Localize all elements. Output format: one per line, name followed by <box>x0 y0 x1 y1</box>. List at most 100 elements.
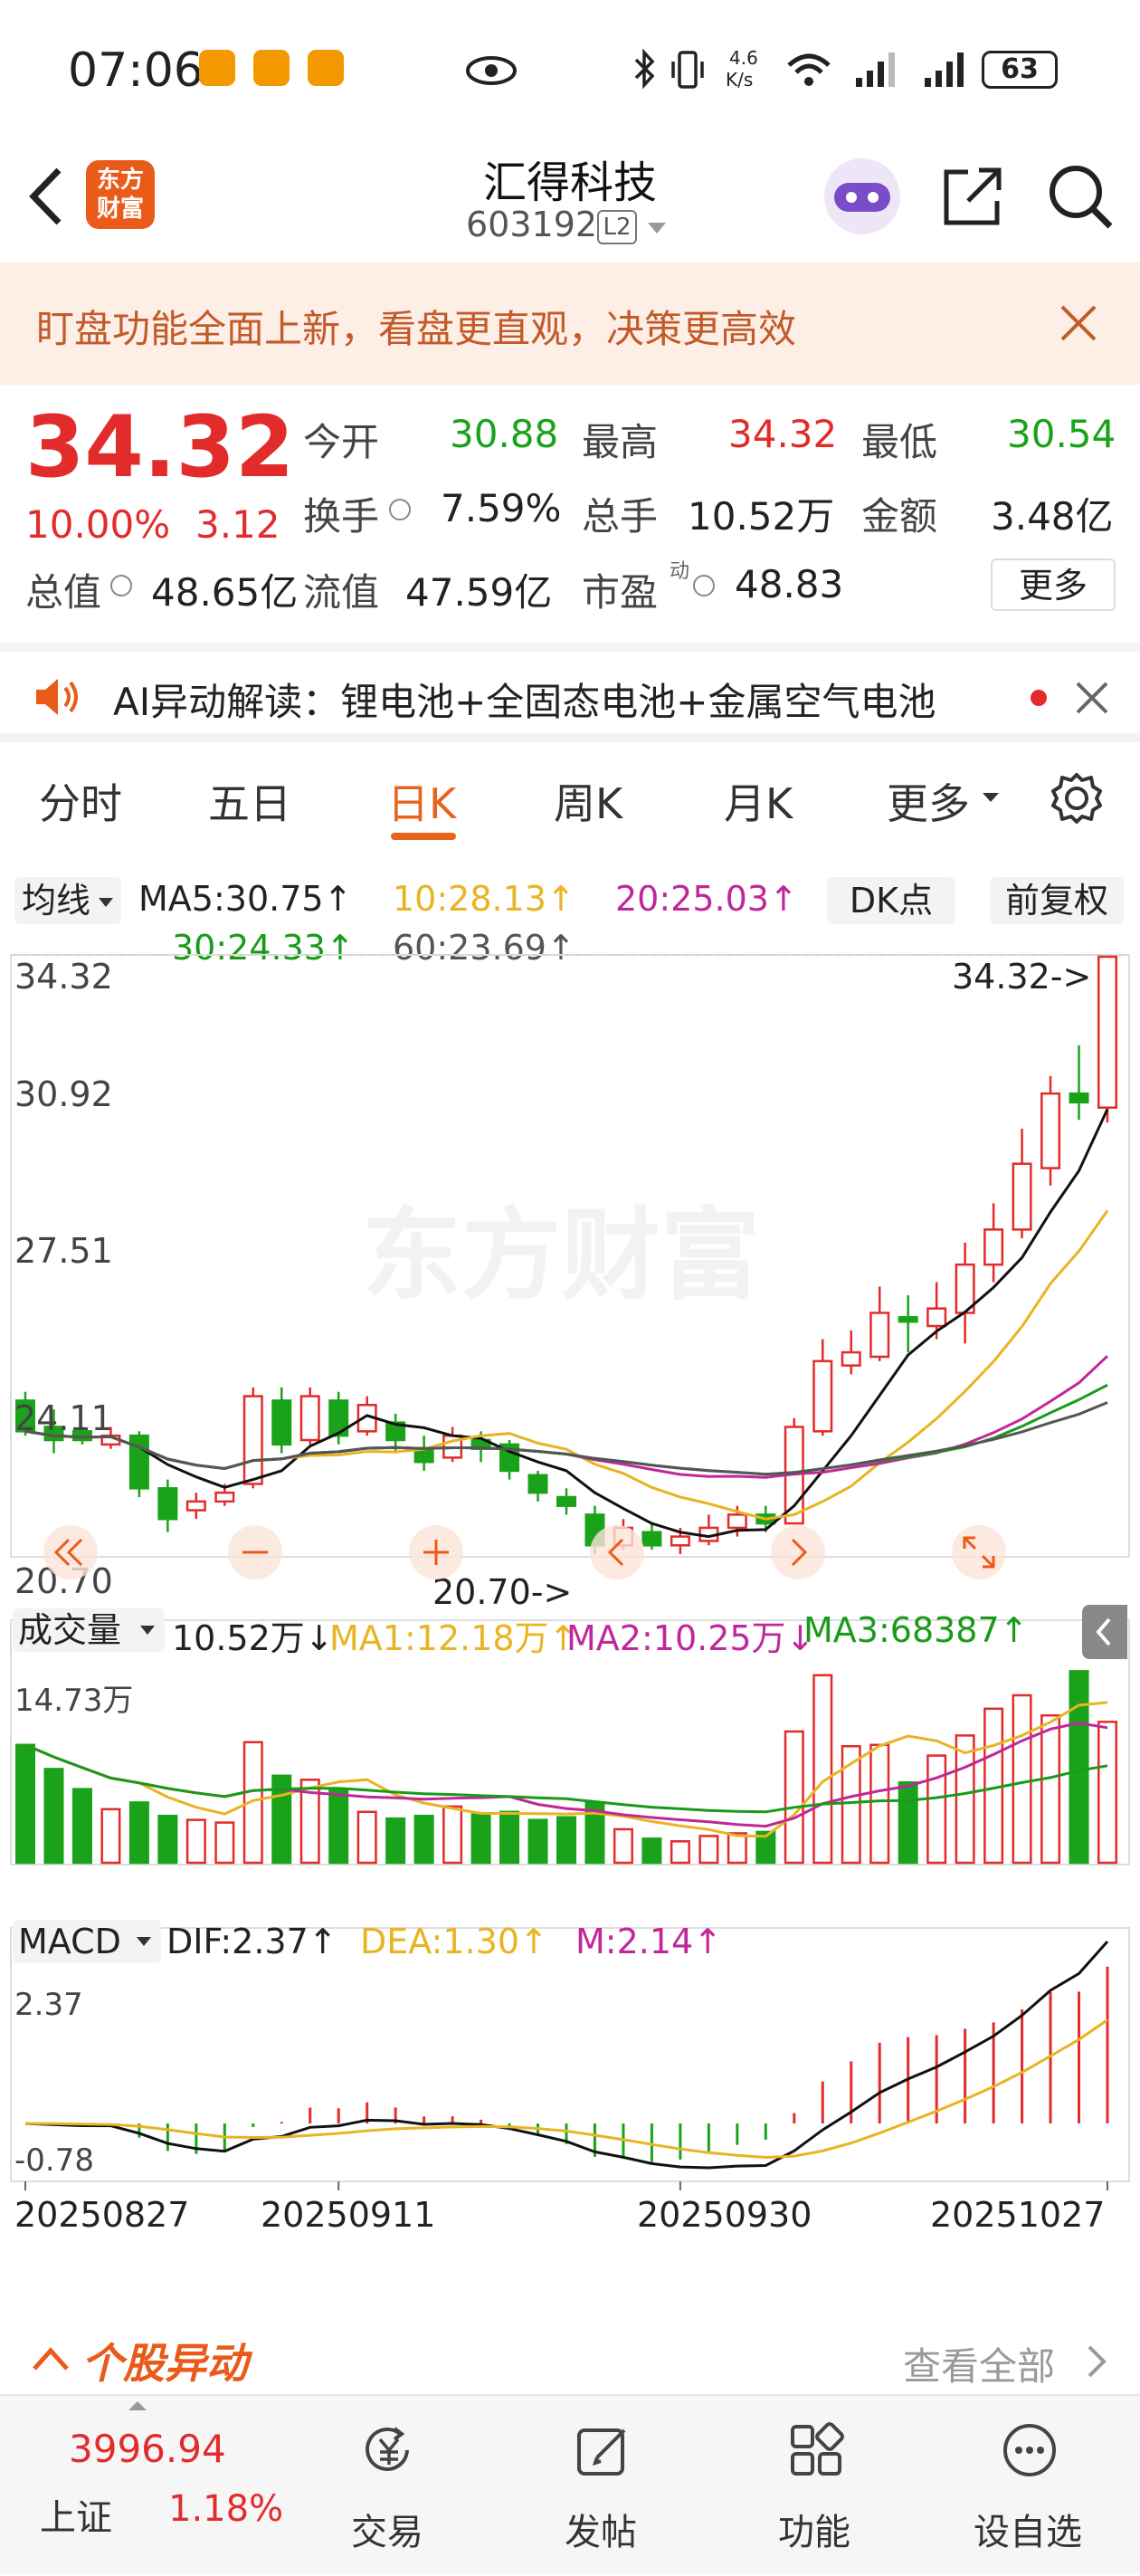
vol-ma1-value: MA1:12.18万↑ <box>329 1618 578 1658</box>
tab-intraday[interactable]: 分时 <box>39 771 122 831</box>
volume-bar <box>955 1734 975 1865</box>
nav-post[interactable]: 发帖 <box>510 2396 691 2576</box>
app-notification-icon <box>253 50 290 86</box>
chevron-right-icon[interactable] <box>1086 2343 1109 2380</box>
edit-icon <box>577 2428 626 2476</box>
net-speed: 4.6 <box>729 47 758 69</box>
bluetooth-icon <box>634 48 655 90</box>
grid-icon <box>791 2422 844 2476</box>
float-value: 47.59亿 <box>405 570 553 615</box>
chevron-down-icon[interactable] <box>981 791 1001 804</box>
volume-bar <box>157 1814 178 1865</box>
collapse-panel-button[interactable] <box>1082 1605 1127 1659</box>
volume-bar <box>499 1810 520 1865</box>
candle-body <box>556 1495 577 1507</box>
volume-value: 10.52万↓ <box>172 1618 334 1658</box>
candlestick <box>413 1436 434 1471</box>
open-label: 今开 <box>303 420 380 464</box>
close-icon[interactable] <box>1059 303 1098 343</box>
view-all-link[interactable]: 查看全部 <box>903 2336 1055 2391</box>
candlestick <box>527 1470 548 1502</box>
info-icon[interactable] <box>693 575 715 596</box>
tab-more[interactable]: 更多 <box>887 771 970 831</box>
macd-dea-value: DEA:1.30↑ <box>360 1922 548 1961</box>
zoom-in-icon[interactable] <box>407 1523 465 1581</box>
volume-bar <box>1040 1713 1061 1865</box>
candle-body <box>1069 1092 1089 1104</box>
ai-insight-text: AI异动解读：锂电池+全固态电池+金属空气电池 <box>113 680 936 724</box>
volume-bar <box>185 1818 206 1865</box>
info-icon[interactable] <box>389 499 411 520</box>
volume-bar <box>556 1816 577 1865</box>
candle-body <box>841 1350 861 1367</box>
volume-value: 10.52万 <box>688 494 835 539</box>
candle-body <box>926 1307 947 1328</box>
gear-icon[interactable] <box>1050 771 1104 825</box>
speaker-icon <box>36 679 78 715</box>
macd-axis-max: 2.37 <box>14 1987 83 2023</box>
volume-bar <box>869 1743 890 1865</box>
tab-weekly-k[interactable]: 周K <box>554 771 622 831</box>
unread-dot <box>1031 690 1047 706</box>
ai-insight-bar[interactable]: AI异动解读：锂电池+全固态电池+金属空气电池 <box>0 643 1140 742</box>
candle-body <box>727 1513 747 1530</box>
fullscreen-icon[interactable] <box>950 1523 1008 1581</box>
promo-banner[interactable]: 盯盘功能全面上新，看盘更直观，决策更高效 <box>0 262 1140 385</box>
chart-period-tabs: 分时 五日 日K 周K 月K 更多 <box>0 742 1140 855</box>
chart-area: 均线 MA5:30.75↑ 10:28.13↑ 20:25.03↑ 30:24.… <box>0 855 1140 2322</box>
candle-body <box>214 1491 235 1503</box>
tab-monthly-k[interactable]: 月K <box>724 771 793 831</box>
active-tab-indicator <box>391 833 456 840</box>
chevron-up-icon[interactable] <box>31 2345 71 2372</box>
volume-bar <box>1069 1670 1089 1865</box>
volume-bar <box>43 1768 64 1865</box>
index-ticker[interactable]: 3996.94 上证 1.18% <box>0 2396 284 2576</box>
candlestick <box>1040 1075 1061 1186</box>
net-speed-unit: K/s <box>726 69 754 91</box>
macd-dif-value: DIF:2.37↑ <box>166 1922 337 1961</box>
tab-five-day[interactable]: 五日 <box>208 771 291 831</box>
zoom-out-icon[interactable] <box>226 1523 284 1581</box>
volume-bar <box>670 1840 690 1865</box>
info-icon[interactable] <box>110 575 132 596</box>
candlestick <box>898 1295 918 1353</box>
index-change: 1.18% <box>168 2488 284 2530</box>
chevron-down-icon <box>140 1626 155 1635</box>
volume-bar <box>898 1780 918 1865</box>
step-right-icon[interactable] <box>769 1523 827 1581</box>
step-left-icon[interactable] <box>588 1523 646 1581</box>
candle-body <box>157 1487 178 1521</box>
tab-daily-k[interactable]: 日K <box>387 771 456 831</box>
volume-bar <box>527 1818 548 1865</box>
level2-badge[interactable]: L2 <box>597 210 637 244</box>
chevron-left-icon <box>1096 1617 1111 1646</box>
volume-bar <box>328 1788 349 1865</box>
ma60-line <box>24 1401 1108 1476</box>
scroll-left-icon[interactable] <box>42 1523 100 1581</box>
high-value: 34.32 <box>728 412 838 456</box>
volume-bar <box>71 1788 92 1865</box>
price-axis-label: 27.51 <box>14 1231 113 1271</box>
bottom-nav: 3996.94 上证 1.18% 交易 发帖 功能 设自选 <box>0 2394 1140 2574</box>
caret-up-icon <box>128 2401 147 2410</box>
price-axis-label: 30.92 <box>14 1074 113 1114</box>
volume-bar <box>1012 1693 1032 1865</box>
volume-bar <box>128 1801 149 1865</box>
candlestick <box>499 1440 520 1480</box>
ma30-line <box>24 1383 1108 1476</box>
close-icon[interactable] <box>1075 681 1109 715</box>
battery-icon: 63 <box>982 51 1058 89</box>
candle-body <box>1012 1162 1032 1231</box>
nav-functions[interactable]: 功能 <box>724 2396 905 2576</box>
candlestick <box>185 1493 206 1520</box>
volume-bar <box>784 1730 804 1865</box>
chevron-down-icon[interactable] <box>646 221 668 235</box>
date-label: 20251027 <box>930 2195 1106 2235</box>
volume-axis-label: 14.73万 <box>14 1683 134 1719</box>
nav-trade[interactable]: 交易 <box>297 2396 478 2576</box>
candlestick <box>128 1431 149 1498</box>
nav-watchlist-settings[interactable]: 设自选 <box>937 2396 1118 2576</box>
vol-ma3-value: MA3:68387↑ <box>803 1610 1029 1650</box>
more-button[interactable]: 更多 <box>991 558 1116 611</box>
candle-body <box>299 1395 320 1442</box>
